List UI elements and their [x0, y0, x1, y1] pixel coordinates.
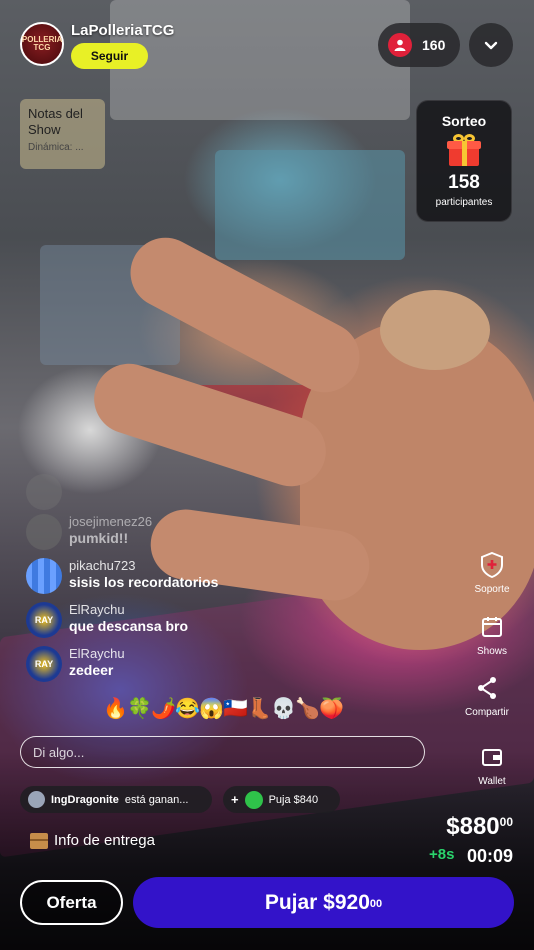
chat-message — [26, 474, 306, 514]
avatar — [26, 474, 62, 510]
chat-message: RAY ElRaychu que descansa bro — [26, 602, 306, 646]
emoji-reactions: 🔥 🍀 🌶️ 😂 😱 🇨🇱 👢 💀 🍗 🍑 — [103, 696, 344, 721]
emoji-button[interactable]: 🇨🇱 — [223, 696, 248, 721]
winner-activity-pill: IngDragonite está ganan... — [20, 786, 212, 813]
emoji-button[interactable]: 🌶️ — [151, 696, 176, 721]
winner-status: está ganan... — [124, 793, 189, 806]
chat-feed: josejimenez26 pumkid!! pikachu723 sisis … — [26, 474, 306, 690]
support-label: Soporte — [474, 584, 510, 595]
bid-activity-text: Puja $840 — [268, 793, 319, 806]
giveaway-title: Sorteo — [441, 113, 487, 129]
chat-message: RAY ElRaychu zedeer — [26, 646, 306, 690]
giveaway-label: participantes — [435, 197, 493, 208]
chat-text: pumkid!! — [69, 530, 129, 546]
avatar — [26, 514, 62, 550]
time-bonus: +8s — [429, 846, 455, 863]
package-icon — [30, 832, 48, 849]
calendar-icon — [479, 614, 505, 640]
follow-button[interactable]: Seguir — [71, 43, 148, 69]
collapse-button[interactable] — [469, 23, 513, 67]
auction-timer: 00:09 — [466, 846, 513, 866]
show-notes-subtitle: Dinámica: ... — [28, 142, 84, 153]
offer-button[interactable]: Oferta — [20, 880, 123, 925]
emoji-button[interactable]: 😱 — [199, 696, 224, 721]
chevron-down-icon — [484, 41, 498, 50]
viewer-count: 160 — [422, 37, 446, 53]
share-icon — [474, 675, 500, 701]
avatar — [28, 791, 45, 808]
share-button[interactable]: Compartir — [452, 675, 522, 718]
wallet-label: Wallet — [478, 776, 506, 787]
avatar: RAY — [26, 602, 62, 638]
chat-text: sisis los recordatorios — [69, 574, 219, 590]
chat-text: zedeer — [69, 662, 114, 678]
wallet-button[interactable]: Wallet — [457, 744, 527, 787]
show-notes-card[interactable]: Notas del Show Dinámica: ... — [20, 99, 105, 169]
avatar — [26, 558, 62, 594]
support-button[interactable]: Soporte — [457, 552, 527, 595]
user-icon — [388, 33, 412, 57]
emoji-button[interactable]: 🍑 — [319, 696, 344, 721]
avatar: RAY — [26, 646, 62, 682]
emoji-button[interactable]: 😂 — [175, 696, 200, 721]
winner-username: IngDragonite — [51, 793, 119, 806]
bid-activity-pill: + Puja $840 — [223, 786, 340, 813]
shows-button[interactable]: Shows — [457, 614, 527, 657]
channel-avatar[interactable]: POLLERIA TCG — [20, 22, 64, 66]
plus-icon: + — [231, 792, 239, 807]
chat-username[interactable]: ElRaychu — [69, 602, 188, 618]
giveaway-count: 158 — [448, 172, 480, 193]
bid-button[interactable]: Pujar $920 00 — [133, 877, 514, 928]
emoji-button[interactable]: 💀 — [271, 696, 296, 721]
share-label: Compartir — [465, 707, 509, 718]
chat-username[interactable]: josejimenez26 — [69, 514, 152, 530]
chat-text: que descansa bro — [69, 618, 189, 634]
emoji-button[interactable]: 🔥 — [103, 696, 128, 721]
delivery-label: Info de entrega — [54, 832, 155, 849]
wallet-icon — [479, 744, 505, 770]
show-notes-title: Notas del Show — [28, 106, 83, 137]
gift-icon — [447, 134, 481, 166]
channel-name[interactable]: LaPolleriaTCG — [71, 22, 174, 39]
viewers-button[interactable]: 160 — [378, 23, 460, 67]
current-price: $88000 — [446, 813, 513, 840]
chat-username[interactable]: ElRaychu — [69, 646, 125, 662]
shield-icon — [479, 552, 505, 578]
chat-message: pikachu723 sisis los recordatorios — [26, 558, 306, 602]
emoji-button[interactable]: 🍗 — [295, 696, 320, 721]
emoji-button[interactable]: 👢 — [247, 696, 272, 721]
chat-input[interactable]: Di algo... — [20, 736, 425, 768]
emoji-button[interactable]: 🍀 — [127, 696, 152, 721]
giveaway-card[interactable]: Sorteo 158 participantes — [416, 100, 512, 222]
delivery-info-link[interactable]: Info de entrega — [30, 832, 155, 849]
chat-username[interactable]: pikachu723 — [69, 558, 218, 574]
chat-message: josejimenez26 pumkid!! — [26, 514, 306, 558]
shows-label: Shows — [476, 646, 507, 657]
avatar — [244, 790, 263, 809]
